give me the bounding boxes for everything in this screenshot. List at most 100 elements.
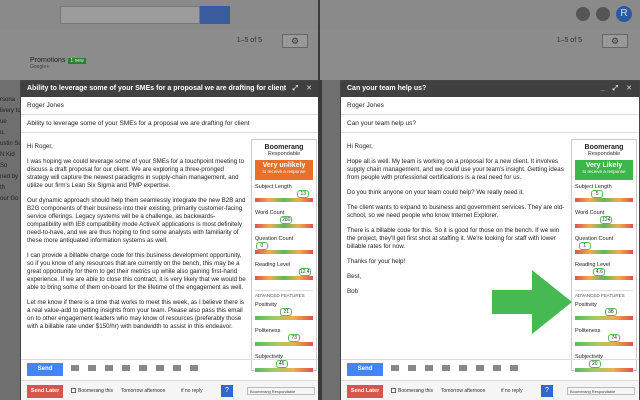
metric-label: Reading Level [575, 262, 611, 268]
send-later-button[interactable]: Send Later [347, 385, 383, 398]
body-paragraph: Hi Roger, [27, 143, 53, 150]
metric-value[interactable]: 1 [578, 242, 591, 250]
photo-icon[interactable] [139, 365, 147, 371]
metric-bar [255, 224, 313, 228]
metric-row: Positivity 21 [255, 302, 313, 324]
message-body[interactable]: Hi Roger, I was hoping we could leverage… [27, 143, 247, 338]
top-icons: R [576, 6, 632, 22]
tomorrow-select[interactable]: Tomorrow afternoon [121, 388, 165, 394]
metric-bar [255, 276, 313, 280]
attach-icon[interactable] [408, 365, 416, 371]
photo-icon[interactable] [459, 365, 467, 371]
attach-icon[interactable] [88, 365, 96, 371]
metric-value[interactable]: 280 [280, 216, 293, 224]
metric-value[interactable]: 12.4 [298, 268, 311, 276]
metric-row: Reading Level 12.4 [255, 262, 313, 284]
drive-icon[interactable] [425, 365, 433, 371]
metric-row: Politeness 73 [255, 328, 313, 350]
boomerang-bar: Send Later Boomerang this Tomorrow after… [21, 380, 319, 400]
metric-bar [575, 342, 633, 346]
apps-icon[interactable] [576, 7, 590, 21]
emoji-icon[interactable] [493, 365, 501, 371]
gear-icon[interactable]: ⚙ [602, 34, 628, 48]
send-later-button[interactable]: Send Later [27, 385, 63, 398]
drive-icon[interactable] [105, 365, 113, 371]
send-button[interactable]: Send [347, 363, 383, 376]
window-controls[interactable]: _ ⤢ ✕ [281, 84, 315, 93]
search-input[interactable] [60, 6, 200, 24]
help-icon[interactable]: ? [541, 385, 553, 397]
respondable-toggle[interactable]: Boomerang Respondable [567, 387, 635, 395]
calendar-icon[interactable] [510, 365, 518, 371]
checkbox[interactable] [71, 388, 76, 394]
advanced-features-label: ADVANCED FEATURES [575, 290, 633, 298]
format-icon[interactable] [391, 365, 399, 371]
link-icon[interactable] [476, 365, 484, 371]
tomorrow-select[interactable]: Tomorrow afternoon [441, 388, 485, 394]
body-paragraph: There is a billable code for this. So it… [347, 227, 560, 250]
compose-dialog: Can your team help us? _ ⤢ ✕ Roger Jones… [340, 80, 640, 400]
search-button[interactable] [200, 6, 230, 24]
verdict-sub: to receive a response [582, 169, 626, 174]
notifications-icon[interactable] [596, 7, 610, 21]
metric-value[interactable]: 124 [600, 216, 613, 224]
compose-toolbar: Send [341, 359, 639, 377]
verdict-badge: Very Likely to receive a response [575, 160, 633, 180]
window-controls[interactable]: _ ⤢ ✕ [601, 84, 635, 93]
compose-title-text: Can your team help us? [347, 85, 427, 92]
metric-value[interactable]: 73 [288, 334, 301, 342]
if-no-reply-select[interactable]: if no reply [181, 388, 203, 394]
boomerang-this[interactable]: Boomerang this [71, 388, 113, 394]
boomerang-bar: Send Later Boomerang this Tomorrow after… [341, 380, 639, 400]
metric-row: Reading Level 4.6 [575, 262, 633, 284]
checkbox[interactable] [391, 388, 396, 394]
compose-title-text: Ability to leverage some of your SMEs fo… [27, 85, 287, 92]
calendar-icon[interactable] [190, 365, 198, 371]
metric-row: Subject Length 5 [575, 184, 633, 206]
promotions-item[interactable]: Promotions 1 new Google+ [30, 57, 86, 70]
snippet: u, [0, 130, 6, 136]
metric-row: Politeness 74 [575, 328, 633, 350]
boomerang-this-label: Boomerang this [398, 388, 434, 394]
metric-value[interactable]: 0 [255, 242, 268, 250]
boomerang-title: Boomerang [584, 144, 624, 151]
link-icon[interactable] [156, 365, 164, 371]
metric-value[interactable]: 38 [604, 308, 617, 316]
body-paragraph: Our dynamic approach should help them se… [27, 197, 246, 244]
gear-icon[interactable]: ⚙ [282, 34, 308, 48]
emoji-icon[interactable] [173, 365, 181, 371]
metric-value[interactable]: 4.6 [593, 268, 606, 276]
snippet: rsona [0, 97, 16, 103]
formatting-icons [71, 365, 198, 371]
metric-value[interactable]: 74 [608, 334, 621, 342]
metric-value[interactable]: 13 [297, 190, 310, 198]
snippet: our Go [0, 196, 19, 202]
subject-field[interactable]: Can your team help us? [341, 115, 639, 133]
send-button[interactable]: Send [27, 363, 63, 376]
boomerang-subtitle: Respondable [587, 151, 621, 157]
arrow-right-icon [492, 270, 572, 334]
gmail-strip [320, 30, 640, 80]
body-paragraph: Hi Roger, [347, 143, 373, 150]
boomerang-subtitle: Respondable [267, 151, 301, 157]
help-icon[interactable]: ? [221, 385, 233, 397]
boomerang-panel: Boomerang Respondable Very unlikely to rece… [251, 139, 317, 372]
snippet: N Kid So [0, 152, 15, 169]
if-no-reply-select[interactable]: if no reply [501, 388, 523, 394]
promotions-label: Promotions [30, 57, 66, 64]
subject-field[interactable]: Ability to leverage some of your SMEs fo… [21, 115, 319, 133]
body-paragraph: I can provide a billable charge code for… [27, 252, 246, 291]
body-paragraph: Let me know if there is a time that work… [27, 299, 245, 330]
avatar[interactable]: R [616, 6, 632, 22]
to-field[interactable]: Roger Jones [341, 97, 639, 115]
body-paragraph: I was hoping we could leverage some of y… [27, 158, 245, 189]
boomerang-this[interactable]: Boomerang this [391, 388, 433, 394]
metric-bar [575, 276, 633, 280]
metric-value[interactable]: 5 [591, 190, 604, 198]
money-icon[interactable] [442, 365, 450, 371]
money-icon[interactable] [122, 365, 130, 371]
metric-value[interactable]: 21 [280, 308, 293, 316]
respondable-toggle[interactable]: Boomerang Respondable [247, 387, 315, 395]
to-field[interactable]: Roger Jones [21, 97, 319, 115]
format-icon[interactable] [71, 365, 79, 371]
